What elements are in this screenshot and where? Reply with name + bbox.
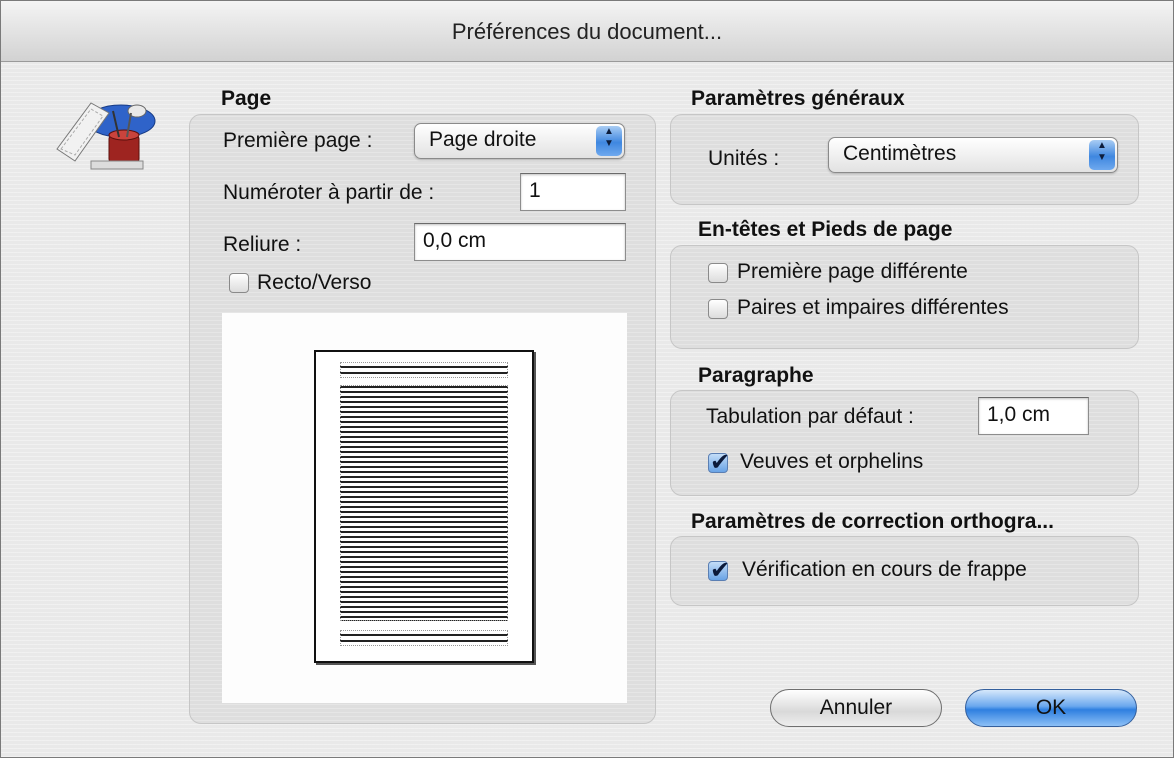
units-label: Unités :: [708, 147, 780, 170]
up-down-arrows-icon: ▲ ▼: [1089, 140, 1115, 170]
duplex-label: Recto/Verso: [257, 271, 372, 294]
up-down-arrows-icon: ▲ ▼: [596, 126, 622, 156]
window-title: Préférences du document...: [1, 1, 1173, 62]
preferences-desk-icon: [51, 89, 161, 179]
odd-even-different-label: Paires et impaires différentes: [737, 296, 1009, 319]
check-as-you-type-checkbox[interactable]: [708, 556, 730, 585]
ok-button[interactable]: OK: [965, 689, 1137, 727]
preferences-dialog: Préférences du document... Page Première…: [0, 0, 1174, 758]
page-section-title: Page: [221, 87, 272, 110]
first-page-different-checkbox[interactable]: [708, 263, 728, 283]
numbering-label: Numéroter à partir de :: [223, 181, 435, 204]
default-tab-field[interactable]: 1,0 cm: [978, 397, 1089, 435]
default-tab-label: Tabulation par défaut :: [706, 405, 914, 428]
binding-field[interactable]: 0,0 cm: [414, 223, 626, 261]
page-preview: [314, 350, 534, 663]
general-section-title: Paramètres généraux: [691, 87, 905, 110]
units-popup[interactable]: Centimètres ▲ ▼: [828, 137, 1118, 173]
first-page-popup[interactable]: Page droite ▲ ▼: [414, 123, 625, 159]
preview-body-band: [340, 385, 508, 621]
numbering-start-field[interactable]: 1: [520, 173, 626, 211]
spelling-section-title: Paramètres de correction orthogra...: [691, 510, 1054, 533]
widows-orphans-checkbox[interactable]: [708, 448, 730, 477]
duplex-checkbox[interactable]: [229, 273, 249, 293]
cancel-button[interactable]: Annuler: [770, 689, 942, 727]
check-as-you-type-label: Vérification en cours de frappe: [742, 558, 1027, 581]
first-page-different-label: Première page différente: [737, 260, 968, 283]
preview-footer-band: [340, 630, 508, 646]
first-page-popup-value: Page droite: [429, 128, 537, 151]
widows-orphans-label: Veuves et orphelins: [740, 450, 924, 473]
binding-label: Reliure :: [223, 233, 302, 256]
units-popup-value: Centimètres: [843, 142, 957, 165]
first-page-label: Première page :: [223, 129, 373, 152]
headers-footers-section-title: En-têtes et Pieds de page: [698, 218, 953, 241]
paragraph-section-title: Paragraphe: [698, 364, 814, 387]
odd-even-different-checkbox[interactable]: [708, 299, 728, 319]
preview-header-band: [340, 362, 508, 378]
